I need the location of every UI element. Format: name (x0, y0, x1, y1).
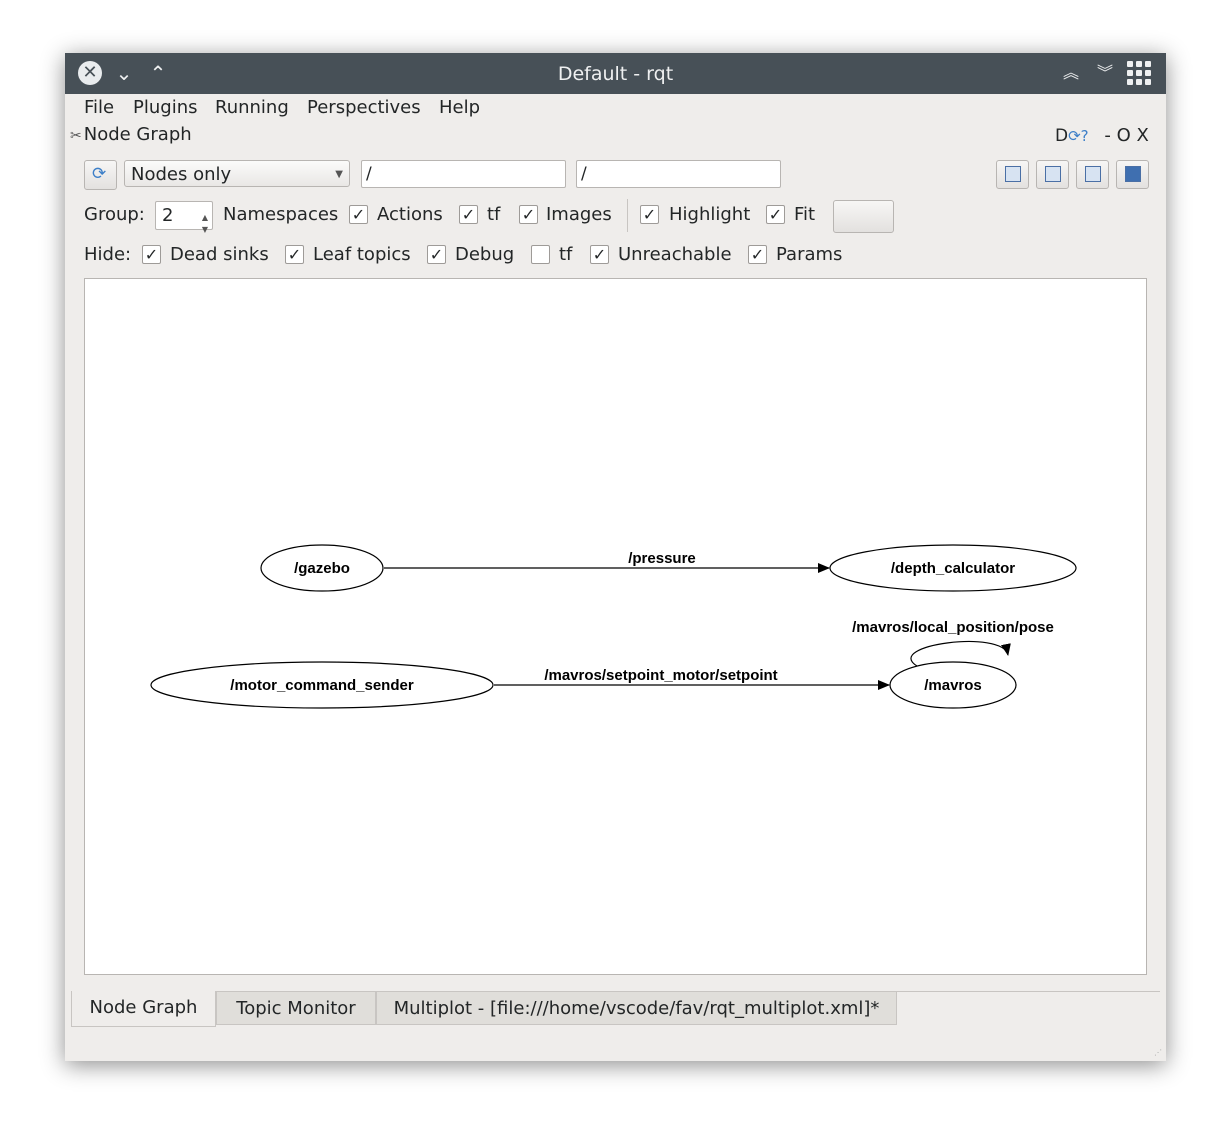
namespaces-label: Namespaces (223, 204, 339, 225)
node-graph-svg: /pressure /mavros/setpoint_motor/setpoin… (150, 544, 1077, 709)
debug-checkbox[interactable]: ✓ (427, 245, 446, 264)
node-label-mavros: /mavros (924, 677, 982, 694)
fit-checkbox[interactable]: ✓ (766, 205, 785, 224)
save-svg-icon (1085, 166, 1101, 182)
help-icon[interactable]: ? (1081, 127, 1089, 145)
save-dot-button[interactable] (1036, 160, 1069, 189)
edge-label-setpoint[interactable]: /mavros/setpoint_motor/setpoint (544, 667, 777, 684)
unreachable-checkbox[interactable]: ✓ (590, 245, 609, 264)
highlight-checkbox[interactable]: ✓ (640, 205, 659, 224)
save-image-button[interactable] (1116, 160, 1149, 189)
edge-label-local-pose[interactable]: /mavros/local_position/pose (852, 619, 1054, 636)
tf-checkbox[interactable]: ✓ (459, 205, 478, 224)
images-label: Images (546, 204, 612, 225)
chevron-down-icon: ▼ (335, 169, 343, 180)
actions-label: Actions (377, 204, 443, 225)
rqt-window: ✕ ⌄ ⌃ Default - rqt ︽ ︾ File Plugins Run… (65, 53, 1166, 1061)
tab-topic-monitor[interactable]: Topic Monitor (216, 991, 376, 1025)
wrench-icon: ✂ (70, 128, 82, 144)
leaf-topics-checkbox[interactable]: ✓ (285, 245, 304, 264)
node-label-gazebo: /gazebo (294, 560, 350, 577)
tab-multiplot[interactable]: Multiplot - [file:///home/vscode/fav/rqt… (376, 991, 897, 1025)
graph-mode-select[interactable]: Nodes only ▼ (124, 160, 350, 187)
tab-node-graph[interactable]: Node Graph (71, 991, 216, 1027)
spin-down-icon[interactable]: ▼ (202, 216, 208, 243)
fit-label: Fit (794, 204, 816, 225)
menu-bar: File Plugins Running Perspectives Help (65, 94, 1166, 122)
unreachable-label: Unreachable (618, 244, 732, 265)
plugin-title: Node Graph (83, 124, 192, 145)
menu-plugins[interactable]: Plugins (133, 97, 197, 118)
dead-sinks-checkbox[interactable]: ✓ (142, 245, 161, 264)
plugin-header: ✂ Node Graph (70, 124, 192, 148)
app-grid-icon[interactable] (1127, 61, 1151, 85)
toolbar-separator (627, 199, 628, 232)
load-dot-button[interactable] (996, 160, 1029, 189)
fit-in-view-button[interactable] (833, 200, 894, 233)
dock-toggle-button[interactable]: D (1055, 126, 1068, 146)
plugin-window-controls[interactable]: - O X (1104, 125, 1148, 146)
reload-icon[interactable]: ⟳ (1068, 127, 1081, 145)
window-title: Default - rqt (557, 63, 674, 85)
menu-file[interactable]: File (84, 97, 114, 118)
highlight-label: Highlight (669, 204, 751, 225)
images-checkbox[interactable]: ✓ (519, 205, 538, 224)
params-label: Params (776, 244, 843, 265)
node-label-depth-calculator: /depth_calculator (891, 560, 1015, 577)
node-depth-calculator[interactable]: /depth_calculator (829, 544, 1077, 592)
edge-label-pressure[interactable]: /pressure (628, 550, 696, 567)
refresh-graph-button[interactable]: ⟳ (84, 160, 117, 190)
node-motor-command-sender[interactable]: /motor_command_sender (150, 661, 494, 709)
save-icon (1045, 166, 1061, 182)
graph-mode-value: Nodes only (131, 164, 232, 185)
menu-perspectives[interactable]: Perspectives (307, 97, 421, 118)
hide-label: Hide: (84, 244, 132, 265)
group-value: 2 (162, 205, 174, 226)
menu-running[interactable]: Running (215, 97, 289, 118)
topic-filter-input[interactable]: / (576, 160, 781, 188)
hide-tf-label: tf (559, 244, 573, 265)
menu-help[interactable]: Help (439, 97, 480, 118)
debug-label: Debug (455, 244, 515, 265)
save-svg-button[interactable] (1076, 160, 1109, 189)
group-spinbox[interactable]: 2 ▲ ▼ (155, 201, 213, 234)
node-filter-input[interactable]: / (361, 160, 566, 188)
dead-sinks-label: Dead sinks (170, 244, 269, 265)
params-checkbox[interactable]: ✓ (748, 245, 767, 264)
node-gazebo[interactable]: /gazebo (260, 544, 384, 592)
node-mavros[interactable]: /mavros (889, 661, 1017, 709)
plugin-controls: D⟳? - O X (1055, 125, 1149, 146)
folder-icon (1005, 166, 1021, 182)
node-label-motor-command-sender: /motor_command_sender (230, 677, 414, 694)
group-label: Group: (84, 204, 145, 225)
keep-above-icon[interactable]: ︽ (1058, 60, 1084, 86)
actions-checkbox[interactable]: ✓ (349, 205, 368, 224)
tf-label: tf (487, 204, 501, 225)
keep-below-icon[interactable]: ︾ (1092, 60, 1118, 86)
title-bar: ✕ ⌄ ⌃ Default - rqt ︽ ︾ (65, 53, 1166, 94)
image-icon (1125, 166, 1141, 182)
refresh-icon: ⟳ (92, 164, 107, 184)
graph-canvas[interactable]: /pressure /mavros/setpoint_motor/setpoin… (84, 278, 1147, 975)
hide-tf-checkbox[interactable] (531, 245, 550, 264)
leaf-topics-label: Leaf topics (313, 244, 411, 265)
resize-grip-icon[interactable]: ⋰ (1154, 1048, 1162, 1057)
